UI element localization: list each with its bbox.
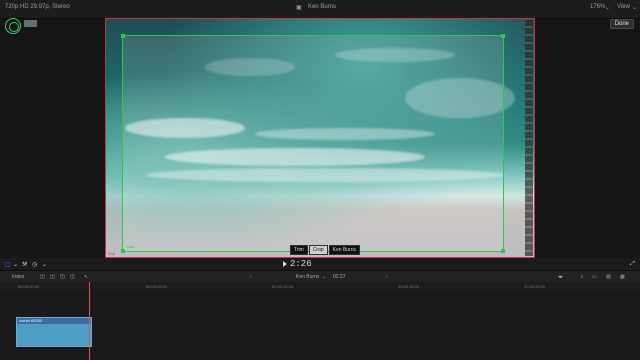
clip-label: ocean 65350 bbox=[19, 318, 43, 323]
ruler-tick: 00:00:15:00 bbox=[398, 284, 420, 289]
speed-icon[interactable]: ◷ bbox=[32, 261, 37, 268]
enhance-icon[interactable]: ⚒ bbox=[22, 261, 27, 268]
solo-icon[interactable]: ▭ bbox=[592, 274, 597, 280]
transform-overlay-icon[interactable] bbox=[5, 18, 21, 34]
select-tool-icon[interactable]: ↖ bbox=[84, 274, 88, 280]
view-menu[interactable]: View bbox=[617, 4, 630, 10]
project-chevron-icon[interactable]: ⌄ bbox=[322, 274, 326, 280]
start-handle-bottom-left[interactable] bbox=[121, 249, 125, 253]
timecode-display: 2:26 bbox=[290, 259, 312, 269]
playhead[interactable] bbox=[89, 282, 90, 360]
transform-icon[interactable]: ▢ bbox=[5, 261, 11, 268]
project-duration: 02:27 bbox=[333, 274, 346, 280]
project-name[interactable]: Ken Burns bbox=[296, 274, 319, 280]
ruler-tick: 00:00:00:00 bbox=[18, 284, 40, 289]
overwrite-icon[interactable]: ◫ bbox=[70, 274, 75, 280]
ken-burns-button[interactable]: Ken Burns bbox=[328, 245, 361, 255]
append-icon[interactable]: ◫ bbox=[60, 274, 65, 280]
audio-meter-icon[interactable]: ◂▸ bbox=[558, 274, 563, 280]
overlay-badge bbox=[24, 20, 37, 27]
crop-button[interactable]: Crop bbox=[308, 245, 328, 255]
video-clip[interactable]: ocean 65350 bbox=[16, 317, 92, 347]
frame-strip bbox=[525, 20, 533, 256]
play-icon[interactable] bbox=[283, 261, 287, 267]
ruler-tick: 00:00:10:00 bbox=[272, 284, 294, 289]
mode-title: Ken Burns bbox=[308, 4, 337, 10]
chevron-down-icon[interactable]: ⌄ bbox=[42, 261, 47, 268]
zoom-timeline-icon[interactable]: ▦ bbox=[620, 274, 625, 280]
start-label: Start bbox=[126, 244, 135, 249]
mode-switcher: Trim Crop Ken Burns bbox=[290, 245, 361, 255]
timeline-track-area[interactable] bbox=[0, 291, 640, 360]
zoom-chevron-icon[interactable]: ⌄ bbox=[605, 4, 610, 11]
connect-icon[interactable]: ◫ bbox=[40, 274, 45, 280]
playback-bar: ▢ ⌄ ⚒ ◷ ⌄ ⤢ bbox=[0, 258, 640, 270]
clip-appearance-icon[interactable]: ▤ bbox=[606, 274, 611, 280]
viewer: End Start bbox=[105, 18, 535, 258]
top-bar: 720p HD 29.97p, Stereo ▣ Ken Burns 176% … bbox=[0, 0, 640, 19]
trim-button[interactable]: Trim bbox=[290, 245, 308, 255]
forward-arrow-icon[interactable]: › bbox=[386, 274, 388, 280]
ruler-tick: 00:00:20:00 bbox=[524, 284, 546, 289]
view-chevron-icon[interactable]: ⌄ bbox=[632, 4, 637, 11]
index-button[interactable]: Index bbox=[12, 274, 24, 280]
done-button[interactable]: Done bbox=[609, 19, 634, 29]
end-label: End bbox=[108, 251, 116, 256]
start-handle-top-left[interactable] bbox=[121, 34, 125, 38]
headphones-icon[interactable]: ♫ bbox=[580, 274, 584, 280]
start-handle-top-right[interactable] bbox=[501, 34, 505, 38]
ruler-tick: 00:00:05:00 bbox=[146, 284, 168, 289]
fullscreen-icon[interactable]: ⤢ bbox=[630, 261, 635, 268]
chevron-down-icon[interactable]: ⌄ bbox=[13, 261, 18, 268]
start-crop-rectangle[interactable]: Start bbox=[121, 34, 505, 253]
film-icon: ▣ bbox=[296, 5, 302, 11]
format-label: 720p HD 29.97p, Stereo bbox=[5, 4, 70, 10]
back-arrow-icon[interactable]: ‹ bbox=[250, 274, 252, 280]
zoom-level[interactable]: 176% bbox=[590, 4, 605, 10]
insert-icon[interactable]: ◫ bbox=[50, 274, 55, 280]
start-handle-bottom-right[interactable] bbox=[501, 249, 505, 253]
